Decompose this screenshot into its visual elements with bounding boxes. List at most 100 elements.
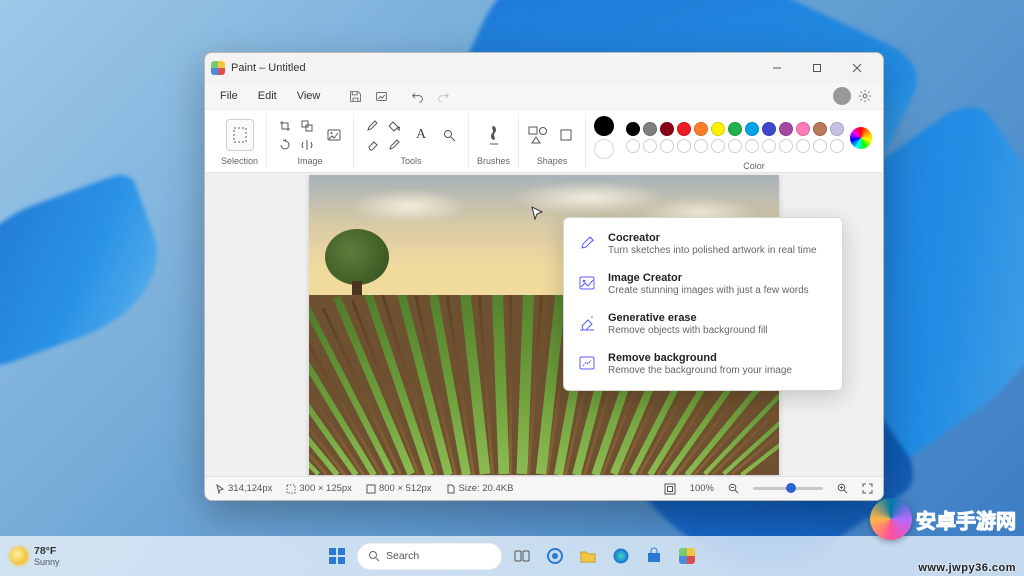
import-icon[interactable] [369, 85, 393, 107]
custom-color-slot[interactable] [643, 139, 657, 153]
color-swatch[interactable] [643, 122, 657, 136]
store-icon[interactable] [641, 543, 667, 569]
copilot-icon[interactable] [542, 543, 568, 569]
menu-file[interactable]: File [211, 87, 247, 105]
custom-color-slot[interactable] [813, 139, 827, 153]
shapes-gallery[interactable] [527, 124, 549, 146]
custom-color-slot[interactable] [779, 139, 793, 153]
brushes-dropdown[interactable] [480, 119, 508, 151]
custom-color-slot[interactable] [660, 139, 674, 153]
magnifier-icon[interactable] [438, 124, 460, 146]
pencil-icon[interactable] [362, 117, 382, 134]
custom-color-slot[interactable] [796, 139, 810, 153]
paint-app-icon [211, 61, 225, 75]
color-2[interactable] [594, 139, 614, 159]
zoom-level[interactable]: 100% [690, 483, 714, 494]
crop-icon[interactable] [275, 117, 295, 134]
custom-color-slot[interactable] [830, 139, 844, 153]
redo-icon [431, 85, 455, 107]
flyout-item[interactable]: Remove backgroundRemove the background f… [564, 344, 842, 384]
color-1[interactable] [594, 116, 614, 136]
zoom-out-icon[interactable] [728, 483, 739, 494]
edge-icon[interactable] [608, 543, 634, 569]
paint-taskbar-icon[interactable] [674, 543, 700, 569]
picker-icon[interactable] [384, 136, 404, 153]
canvas-size: 800 × 512px [366, 483, 432, 494]
group-tools: A Tools [354, 114, 469, 168]
taskbar: 78°FSunny Search [0, 536, 1024, 576]
image-more-icon[interactable] [323, 124, 345, 146]
menu-bar: File Edit View [205, 83, 883, 109]
custom-color-slot[interactable] [711, 139, 725, 153]
color-swatch[interactable] [830, 122, 844, 136]
color-swatch[interactable] [660, 122, 674, 136]
flyout-item-desc: Turn sketches into polished artwork in r… [608, 245, 817, 256]
color-swatch[interactable] [813, 122, 827, 136]
resize-icon[interactable] [297, 117, 317, 134]
minimize-button[interactable] [757, 54, 797, 82]
selection-size: 300 × 125px [286, 483, 352, 494]
flip-icon[interactable] [297, 136, 317, 153]
custom-color-slot[interactable] [762, 139, 776, 153]
start-button[interactable] [324, 543, 350, 569]
custom-color-slot[interactable] [694, 139, 708, 153]
custom-color-slot[interactable] [745, 139, 759, 153]
user-avatar[interactable] [833, 87, 851, 105]
rotate-icon[interactable] [275, 136, 295, 153]
color-swatch[interactable] [728, 122, 742, 136]
flyout-item-desc: Remove objects with background fill [608, 325, 768, 336]
color-swatch[interactable] [745, 122, 759, 136]
sun-icon [10, 547, 28, 565]
settings-icon[interactable] [853, 85, 877, 107]
file-size: Size: 20.4KB [446, 483, 514, 494]
selection-tool[interactable] [226, 119, 254, 151]
fit-screen-icon[interactable] [664, 483, 676, 495]
undo-icon[interactable] [405, 85, 429, 107]
group-colors: Color [586, 114, 884, 168]
color-swatch[interactable] [626, 122, 640, 136]
group-selection: Selection [213, 114, 267, 168]
flyout-item[interactable]: Generative eraseRemove objects with back… [564, 304, 842, 344]
fill-icon[interactable] [384, 117, 404, 134]
flyout-item-icon [576, 232, 598, 254]
maximize-button[interactable] [797, 54, 837, 82]
url-watermark: www.jwpy36.com [918, 562, 1016, 574]
color-swatch[interactable] [711, 122, 725, 136]
status-bar: 314,124px 300 × 125px 800 × 512px Size: … [205, 476, 883, 500]
flyout-item[interactable]: CocreatorTurn sketches into polished art… [564, 224, 842, 264]
zoom-in-icon[interactable] [837, 483, 848, 494]
custom-color-slot[interactable] [626, 139, 640, 153]
taskbar-search[interactable]: Search [357, 543, 502, 570]
color-swatch[interactable] [762, 122, 776, 136]
save-icon[interactable] [343, 85, 367, 107]
color-swatch[interactable] [779, 122, 793, 136]
flyout-item-icon [576, 272, 598, 294]
flyout-item[interactable]: Image CreatorCreate stunning images with… [564, 264, 842, 304]
color-swatch[interactable] [796, 122, 810, 136]
fullscreen-icon[interactable] [862, 483, 873, 494]
weather-widget[interactable]: 78°FSunny [10, 545, 60, 567]
canvas-area[interactable]: CocreatorTurn sketches into polished art… [205, 173, 883, 476]
close-button[interactable] [837, 54, 877, 82]
custom-color-slot[interactable] [677, 139, 691, 153]
color-swatch[interactable] [694, 122, 708, 136]
copilot-flyout: CocreatorTurn sketches into polished art… [563, 217, 843, 391]
cursor-icon [529, 205, 547, 223]
custom-color-slot[interactable] [728, 139, 742, 153]
group-shapes: Shapes [519, 114, 586, 168]
edit-colors-icon[interactable] [850, 127, 872, 149]
menu-view[interactable]: View [288, 87, 330, 105]
flyout-item-desc: Create stunning images with just a few w… [608, 285, 809, 296]
menu-edit[interactable]: Edit [249, 87, 286, 105]
text-tool-icon[interactable]: A [410, 124, 432, 146]
explorer-icon[interactable] [575, 543, 601, 569]
eraser-icon[interactable] [362, 136, 382, 153]
ribbon-toolbar: Selection Image [205, 109, 883, 173]
group-brushes: Brushes [469, 114, 519, 168]
color-swatch[interactable] [677, 122, 691, 136]
shape-outline-icon[interactable] [555, 124, 577, 146]
zoom-slider[interactable] [753, 487, 823, 490]
window-title: Paint – Untitled [231, 62, 757, 74]
cursor-position: 314,124px [215, 483, 272, 494]
task-view-icon[interactable] [509, 543, 535, 569]
